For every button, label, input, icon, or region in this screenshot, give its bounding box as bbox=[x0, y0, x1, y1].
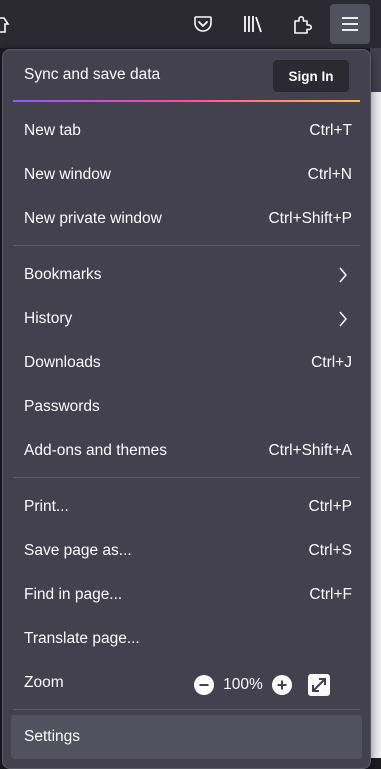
menu-item-save-page-as[interactable]: Save page as... Ctrl+S bbox=[11, 531, 362, 571]
menu-item-label: Add-ons and themes bbox=[24, 442, 168, 459]
pocket-icon[interactable] bbox=[183, 4, 223, 44]
menu-item-label: Bookmarks bbox=[24, 266, 102, 283]
plus-icon[interactable] bbox=[271, 674, 293, 696]
menu-item-label: Passwords bbox=[24, 398, 100, 415]
minus-icon[interactable] bbox=[193, 674, 215, 696]
chevron-right-icon bbox=[338, 311, 348, 332]
zoom-row: Zoom 100% bbox=[11, 663, 362, 703]
zoom-label: Zoom bbox=[24, 674, 64, 691]
menu-item-label: Save page as... bbox=[24, 542, 132, 559]
page-content-edge bbox=[370, 92, 381, 758]
menu-item-history[interactable]: History bbox=[11, 299, 362, 339]
menu-item-shortcut: Ctrl+P bbox=[308, 498, 353, 515]
menu-item-shortcut: Ctrl+T bbox=[309, 122, 352, 139]
menu-item-translate-page[interactable]: Translate page... bbox=[11, 619, 362, 659]
menu-item-shortcut: Ctrl+J bbox=[311, 354, 352, 371]
menu-item-label: New private window bbox=[24, 210, 162, 227]
sync-label: Sync and save data bbox=[24, 66, 161, 83]
menu-item-addons-themes[interactable]: Add-ons and themes Ctrl+Shift+A bbox=[11, 431, 362, 471]
menu-item-shortcut: Ctrl+F bbox=[309, 586, 352, 603]
hamburger-menu-icon[interactable] bbox=[330, 4, 370, 44]
extensions-icon[interactable] bbox=[282, 4, 322, 44]
menu-item-label: Print... bbox=[24, 498, 69, 515]
menu-item-label: Settings bbox=[24, 728, 81, 745]
page-background-edge bbox=[370, 48, 381, 92]
menu-item-label: History bbox=[24, 310, 73, 327]
menu-item-label: New window bbox=[24, 166, 112, 183]
menu-item-bookmarks[interactable]: Bookmarks bbox=[11, 255, 362, 295]
menu-item-settings[interactable]: Settings bbox=[11, 715, 362, 759]
menu-item-label: Translate page... bbox=[24, 630, 140, 647]
sign-in-button[interactable]: Sign In bbox=[273, 60, 349, 92]
menu-item-shortcut: Ctrl+Shift+A bbox=[268, 442, 352, 459]
fullscreen-icon[interactable] bbox=[305, 671, 333, 699]
menu-item-shortcut: Ctrl+N bbox=[307, 166, 352, 183]
sync-section: Sync and save data Sign In bbox=[3, 50, 370, 100]
menu-item-new-tab[interactable]: New tab Ctrl+T bbox=[11, 111, 362, 151]
menu-item-new-private-window[interactable]: New private window Ctrl+Shift+P bbox=[11, 199, 362, 239]
menu-item-passwords[interactable]: Passwords bbox=[11, 387, 362, 427]
menu-item-label: Find in page... bbox=[24, 586, 123, 603]
chevron-right-icon bbox=[338, 267, 348, 288]
menu-item-label: Downloads bbox=[24, 354, 101, 371]
library-icon[interactable] bbox=[233, 4, 273, 44]
app-menu-panel: Sync and save data Sign In New tab Ctrl+… bbox=[2, 49, 371, 769]
menu-item-shortcut: Ctrl+S bbox=[308, 542, 353, 559]
menu-separator bbox=[13, 709, 360, 710]
account-gradient-divider bbox=[13, 100, 360, 102]
menu-separator bbox=[13, 245, 360, 246]
menu-item-new-window[interactable]: New window Ctrl+N bbox=[11, 155, 362, 195]
menu-item-shortcut: Ctrl+Shift+P bbox=[268, 210, 352, 227]
menu-item-label: New tab bbox=[24, 122, 81, 139]
menu-item-find-in-page[interactable]: Find in page... Ctrl+F bbox=[11, 575, 362, 615]
partial-toolbar-icon[interactable] bbox=[0, 10, 10, 38]
menu-item-print[interactable]: Print... Ctrl+P bbox=[11, 487, 362, 527]
zoom-value[interactable]: 100% bbox=[215, 676, 271, 694]
menu-item-downloads[interactable]: Downloads Ctrl+J bbox=[11, 343, 362, 383]
menu-separator bbox=[13, 477, 360, 478]
zoom-controls: 100% bbox=[193, 671, 333, 699]
browser-toolbar bbox=[0, 0, 381, 48]
